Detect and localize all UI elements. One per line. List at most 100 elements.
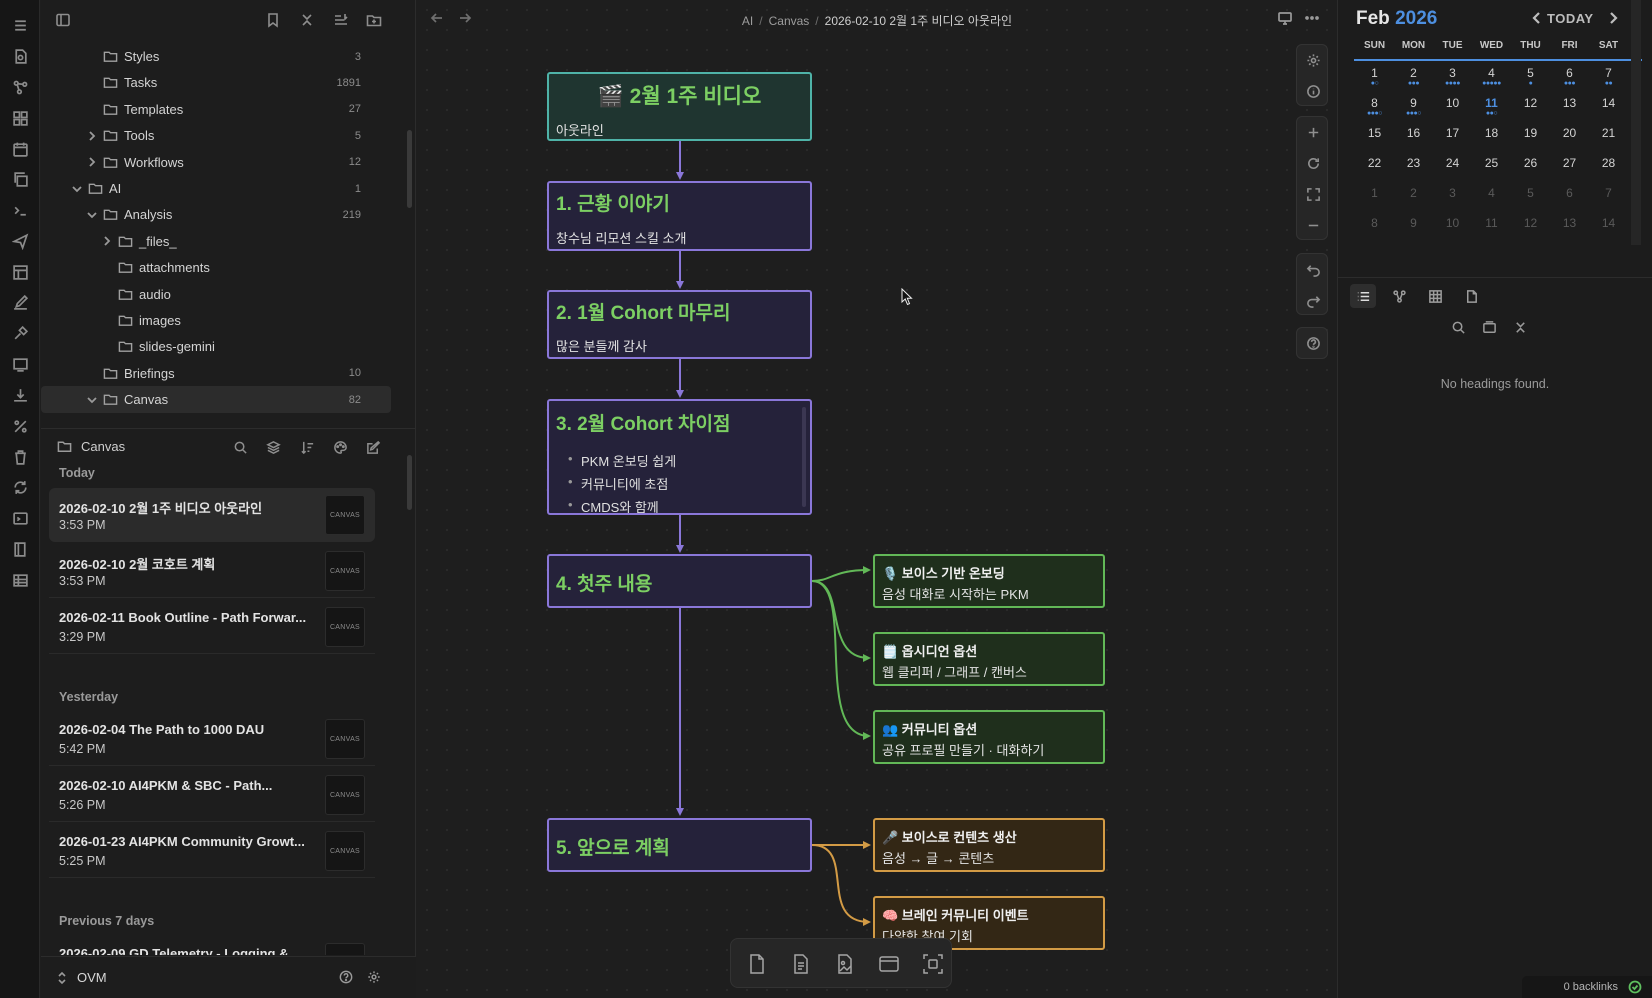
- note-list-item[interactable]: 2026-02-10 2월 1주 비디오 아웃라인 3:53 PM CANVAS: [49, 488, 375, 542]
- node-3-scrollbar[interactable]: [802, 407, 806, 507]
- calendar-day[interactable]: 25: [1471, 156, 1512, 170]
- calendar-day[interactable]: 1: [1354, 186, 1395, 200]
- calendar-day[interactable]: 2 ●●●: [1393, 66, 1434, 87]
- terminal-icon[interactable]: [9, 199, 31, 221]
- tree-folder-item[interactable]: Workflows 12: [41, 149, 391, 176]
- trash-icon[interactable]: [9, 446, 31, 468]
- calendar-day[interactable]: 17: [1432, 126, 1473, 140]
- file-tab-icon[interactable]: [1458, 284, 1484, 308]
- sync-check-icon[interactable]: [1628, 980, 1642, 994]
- reset-zoom-icon[interactable]: [1297, 148, 1329, 178]
- search-files-icon[interactable]: [9, 45, 31, 67]
- canvas-settings-gear-icon[interactable]: [1297, 45, 1329, 75]
- calendar-day[interactable]: 2: [1393, 186, 1434, 200]
- canvas-view[interactable]: AI / Canvas/2026-02-10 2월 1주 비디오 아웃라인 🎬 …: [417, 0, 1337, 998]
- calendar-day[interactable]: 1 ●○: [1354, 66, 1395, 87]
- calendar-day[interactable]: 9: [1393, 216, 1434, 230]
- note-list-item[interactable]: 2026-02-09 GD Telemetry - Logging &...Mo…: [49, 936, 375, 955]
- tree-folder-item[interactable]: Styles 3: [41, 43, 391, 70]
- note-list-item[interactable]: 2026-02-10 2월 코호트 계획 3:53 PM CANVAS: [49, 544, 375, 598]
- search-icon[interactable]: [233, 440, 249, 456]
- graph-tab-icon[interactable]: [1386, 284, 1412, 308]
- help-icon[interactable]: [339, 970, 355, 986]
- canvas-node-voice-content[interactable]: 🎤 보이스로 컨텐츠 생산 음성 → 글 → 콘텐츠: [873, 818, 1105, 872]
- outline-search-icon[interactable]: [1451, 320, 1469, 338]
- canvas-node-4[interactable]: 4. 첫주 내용: [547, 554, 812, 608]
- next-month-icon[interactable]: [1606, 11, 1620, 28]
- chevron-down-icon[interactable]: [86, 209, 98, 221]
- console-icon[interactable]: [9, 507, 31, 529]
- calendar-day[interactable]: 22: [1354, 156, 1395, 170]
- calendar-day[interactable]: 6 ●●●: [1549, 66, 1590, 87]
- calendar-day[interactable]: 14: [1588, 96, 1629, 110]
- tree-folder-item[interactable]: Briefings 10: [41, 360, 391, 387]
- add-note-icon[interactable]: [788, 951, 814, 977]
- calendar-day[interactable]: 16: [1393, 126, 1434, 140]
- redo-icon[interactable]: [1297, 285, 1329, 315]
- canvas-node-title[interactable]: 🎬 2월 1주 비디오 아웃라인: [547, 72, 812, 141]
- palette-icon[interactable]: [333, 440, 349, 456]
- outline-expand-icon[interactable]: [1482, 320, 1500, 338]
- add-group-icon[interactable]: [876, 951, 902, 977]
- canvas-node-3[interactable]: 3. 2월 Cohort 차이점 PKM 온보딩 쉽게 커뮤니티에 초점 CMD…: [547, 399, 812, 515]
- calendar-day[interactable]: 10: [1432, 216, 1473, 230]
- note-list-item[interactable]: 2026-02-11 Book Outline - Path Forwar...…: [49, 600, 375, 654]
- calendar-day[interactable]: 13: [1549, 216, 1590, 230]
- note-list-item[interactable]: 2026-02-10 AI4PKM & SBC - Path... 5:26 PM…: [49, 768, 375, 822]
- today-button[interactable]: TODAY: [1547, 11, 1594, 26]
- calendar-day[interactable]: 12: [1510, 216, 1551, 230]
- calendar-day[interactable]: 11: [1471, 216, 1512, 230]
- edit-note-icon[interactable]: [9, 291, 31, 313]
- vault-switcher[interactable]: OVM: [41, 956, 416, 998]
- chevron-right-icon[interactable]: [86, 130, 98, 142]
- calendar-day[interactable]: 18: [1471, 126, 1512, 140]
- slides-icon[interactable]: [9, 353, 31, 375]
- outline-tab-icon[interactable]: [1350, 284, 1376, 308]
- calendar-day[interactable]: 13: [1549, 96, 1590, 110]
- backlinks-count[interactable]: 0 backlinks: [1564, 981, 1618, 993]
- bookmark-icon[interactable]: [263, 10, 283, 30]
- chevron-right-icon[interactable]: [101, 235, 113, 247]
- zoom-in-icon[interactable]: [1297, 117, 1329, 147]
- calendar-day[interactable]: 14: [1588, 216, 1629, 230]
- graph-view-icon[interactable]: [9, 76, 31, 98]
- calendar-day[interactable]: 23: [1393, 156, 1434, 170]
- calendar-day[interactable]: 8 ●●●○: [1354, 96, 1395, 117]
- tree-folder-item[interactable]: Templates 27: [41, 96, 391, 123]
- calendar-day[interactable]: 5: [1510, 186, 1551, 200]
- tree-folder-item[interactable]: AI 1: [41, 175, 391, 202]
- notes-scrollbar[interactable]: [407, 455, 412, 510]
- calendar-day[interactable]: 7 ●●: [1588, 66, 1629, 87]
- calendar-day[interactable]: 24: [1432, 156, 1473, 170]
- fit-to-screen-icon[interactable]: [1297, 179, 1329, 209]
- tree-folder-item[interactable]: attachments: [41, 254, 391, 281]
- copy-icon[interactable]: [9, 168, 31, 190]
- calendar-day[interactable]: 5 ●: [1510, 66, 1551, 87]
- send-icon[interactable]: [9, 230, 31, 252]
- canvas-node-1[interactable]: 1. 근황 이야기 창수님 리모션 스킬 소개: [547, 181, 812, 251]
- tree-folder-item[interactable]: _files_: [41, 228, 391, 255]
- sort-order-icon[interactable]: [300, 440, 316, 456]
- file-tree-scrollbar[interactable]: [407, 130, 412, 208]
- chevron-right-icon[interactable]: [86, 156, 98, 168]
- calendar-day[interactable]: 15: [1354, 126, 1395, 140]
- tree-folder-item[interactable]: Canvas 82: [41, 386, 391, 414]
- calendar-day[interactable]: 6: [1549, 186, 1590, 200]
- file-explorer-icon[interactable]: [9, 14, 31, 36]
- sync-icon[interactable]: [9, 476, 31, 498]
- calendar-scrollbar[interactable]: [1631, 0, 1641, 245]
- canvas-help-icon[interactable]: [1297, 328, 1329, 358]
- database-icon[interactable]: [9, 569, 31, 591]
- dashboard-icon[interactable]: [9, 107, 31, 129]
- calendar-day[interactable]: 4: [1471, 186, 1512, 200]
- calendar-day[interactable]: 28: [1588, 156, 1629, 170]
- chevron-down-icon[interactable]: [86, 394, 98, 406]
- calendar-day[interactable]: 12: [1510, 96, 1551, 110]
- calendar-day[interactable]: 11 ●●○: [1471, 96, 1512, 117]
- chevron-down-icon[interactable]: [71, 183, 83, 195]
- sort-icon[interactable]: [331, 10, 351, 30]
- calendar-day[interactable]: 10: [1432, 96, 1473, 110]
- canvas-node-2[interactable]: 2. 1월 Cohort 마무리 많은 분들께 감사: [547, 290, 812, 359]
- note-list-item[interactable]: 2026-01-23 AI4PKM Community Growt... 5:25…: [49, 824, 375, 878]
- prev-month-icon[interactable]: [1530, 11, 1544, 28]
